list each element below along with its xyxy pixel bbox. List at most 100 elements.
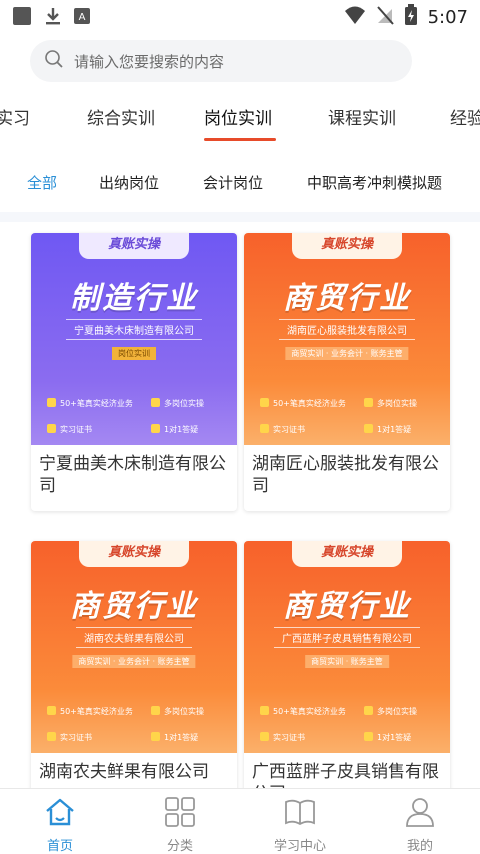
app-notification-icon: A — [74, 7, 90, 29]
poster-company: 宁夏曲美木床制造有限公司 — [66, 319, 202, 340]
feature-item: 1对1答疑 — [364, 424, 434, 435]
poster-industry: 商贸行业 — [70, 589, 198, 624]
check-icon — [47, 424, 56, 433]
card-title[interactable]: 宁夏曲美木床制造有限公司 — [31, 445, 237, 511]
poster-industry: 制造行业 — [70, 281, 198, 316]
check-icon — [364, 398, 373, 407]
search-bar[interactable]: 请输入您要搜索的内容 — [30, 40, 412, 82]
check-icon — [260, 706, 269, 715]
check-icon — [260, 398, 269, 407]
poster-features: 50+笔真实经济业务 多岗位实操实习证书 1对1答疑 — [260, 699, 440, 751]
feature-item: 1对1答疑 — [151, 424, 221, 435]
tab-experience[interactable]: 经验 — [450, 104, 480, 129]
feature-item: 多岗位实操 — [364, 398, 434, 409]
feature-item: 实习证书 — [260, 732, 364, 743]
download-icon — [44, 6, 62, 30]
course-card[interactable]: 真账实操 商贸行业 湖南匠心服装批发有限公司 商贸实训 · 业务会计 · 账务主… — [244, 233, 450, 511]
notification-square-icon — [12, 6, 32, 30]
nav-category-label: 分类 — [166, 839, 193, 854]
poster-tag: 真账实操 — [79, 541, 189, 567]
feature-item: 多岗位实操 — [151, 706, 221, 717]
subtab-all[interactable]: 全部 — [27, 172, 57, 193]
course-poster: 真账实操 商贸行业 湖南农夫鲜果有限公司 商贸实训 · 业务会计 · 账务主管 … — [31, 541, 237, 753]
feature-item: 50+笔真实经济业务 — [260, 398, 364, 409]
poster-subtitle: 商贸实训 · 账务主管 — [305, 655, 389, 668]
check-icon — [47, 398, 56, 407]
course-card[interactable]: 真账实操 商贸行业 广西蓝胖子皮具销售有限公司 商贸实训 · 账务主管 50+笔… — [244, 541, 450, 819]
check-icon — [151, 424, 160, 433]
subtab-cashier[interactable]: 出纳岗位 — [99, 172, 159, 193]
poster-company: 湖南农夫鲜果有限公司 — [76, 627, 192, 648]
poster-tag: 真账实操 — [79, 233, 189, 259]
svg-text:A: A — [79, 12, 86, 23]
section-divider — [0, 212, 480, 222]
poster-features: 50+笔真实经济业务 多岗位实操实习证书 1对1答疑 — [47, 699, 227, 751]
category-tabs: 实习 综合实训 岗位实训 课程实训 经验 — [0, 92, 480, 144]
poster-company: 广西蓝胖子皮具销售有限公司 — [274, 627, 420, 648]
feature-item: 实习证书 — [47, 732, 151, 743]
filter-tabs: 全部 出纳岗位 会计岗位 中职高考冲刺模拟题 — [0, 162, 480, 202]
poster-tag: 真账实操 — [292, 233, 402, 259]
search-placeholder[interactable]: 请输入您要搜索的内容 — [74, 51, 224, 72]
nav-category[interactable]: 分类 — [140, 797, 220, 854]
active-tab-indicator — [204, 138, 276, 141]
poster-features: 50+笔真实经济业务 多岗位实操实习证书 1对1答疑 — [260, 391, 440, 443]
tab-position[interactable]: 岗位实训 — [204, 104, 272, 129]
grid-icon — [164, 797, 196, 831]
check-icon — [364, 732, 373, 741]
nav-profile[interactable]: 我的 — [380, 797, 460, 854]
bottom-nav: 首页 分类 学习中心 我的 — [0, 788, 480, 854]
poster-company: 湖南匠心服装批发有限公司 — [279, 319, 415, 340]
check-icon — [151, 732, 160, 741]
signal-icon — [376, 5, 394, 29]
tab-internship[interactable]: 实习 — [0, 104, 30, 129]
feature-item: 多岗位实操 — [151, 398, 221, 409]
subtab-exam[interactable]: 中职高考冲刺模拟题 — [307, 172, 442, 193]
nav-learning-label: 学习中心 — [273, 839, 326, 854]
course-card[interactable]: 真账实操 制造行业 宁夏曲美木床制造有限公司 岗位实训 50+笔真实经济业务 多岗… — [31, 233, 237, 511]
check-icon — [260, 732, 269, 741]
poster-tag: 真账实操 — [292, 541, 402, 567]
home-icon — [44, 798, 76, 831]
feature-item: 50+笔真实经济业务 — [47, 398, 151, 409]
battery-icon — [404, 4, 418, 30]
nav-home[interactable]: 首页 — [20, 797, 100, 854]
poster-features: 50+笔真实经济业务 多岗位实操实习证书 1对1答疑 — [47, 391, 227, 443]
poster-industry: 商贸行业 — [283, 281, 411, 316]
book-icon — [284, 799, 316, 831]
search-icon — [44, 49, 64, 73]
check-icon — [151, 706, 160, 715]
tab-comprehensive[interactable]: 综合实训 — [87, 104, 155, 129]
check-icon — [260, 424, 269, 433]
check-icon — [47, 732, 56, 741]
feature-item: 实习证书 — [47, 424, 151, 435]
nav-home-label: 首页 — [46, 839, 73, 854]
feature-item: 1对1答疑 — [364, 732, 434, 743]
course-poster: 真账实操 商贸行业 湖南匠心服装批发有限公司 商贸实训 · 业务会计 · 账务主… — [244, 233, 450, 445]
course-poster: 真账实操 商贸行业 广西蓝胖子皮具销售有限公司 商贸实训 · 账务主管 50+笔… — [244, 541, 450, 753]
card-title[interactable]: 湖南匠心服装批发有限公司 — [244, 445, 450, 511]
poster-subtitle: 岗位实训 — [112, 347, 156, 360]
check-icon — [364, 706, 373, 715]
user-icon — [404, 798, 436, 831]
feature-item: 多岗位实操 — [364, 706, 434, 717]
tab-course[interactable]: 课程实训 — [328, 104, 396, 129]
course-poster: 真账实操 制造行业 宁夏曲美木床制造有限公司 岗位实训 50+笔真实经济业务 多岗… — [31, 233, 237, 445]
status-bar: A 5:07 — [0, 0, 480, 32]
poster-industry: 商贸行业 — [283, 589, 411, 624]
poster-subtitle: 商贸实训 · 业务会计 · 账务主管 — [72, 655, 196, 668]
feature-item: 实习证书 — [260, 424, 364, 435]
feature-item: 1对1答疑 — [151, 732, 221, 743]
feature-item: 50+笔真实经济业务 — [260, 706, 364, 717]
nav-learning[interactable]: 学习中心 — [260, 797, 340, 854]
subtab-accounting[interactable]: 会计岗位 — [203, 172, 263, 193]
check-icon — [47, 706, 56, 715]
check-icon — [151, 398, 160, 407]
feature-item: 50+笔真实经济业务 — [47, 706, 151, 717]
nav-profile-label: 我的 — [406, 839, 433, 854]
check-icon — [364, 424, 373, 433]
status-time: 5:07 — [427, 6, 468, 28]
course-card[interactable]: 真账实操 商贸行业 湖南农夫鲜果有限公司 商贸实训 · 业务会计 · 账务主管 … — [31, 541, 237, 819]
wifi-icon — [344, 5, 366, 29]
poster-subtitle: 商贸实训 · 业务会计 · 账务主管 — [285, 347, 409, 360]
